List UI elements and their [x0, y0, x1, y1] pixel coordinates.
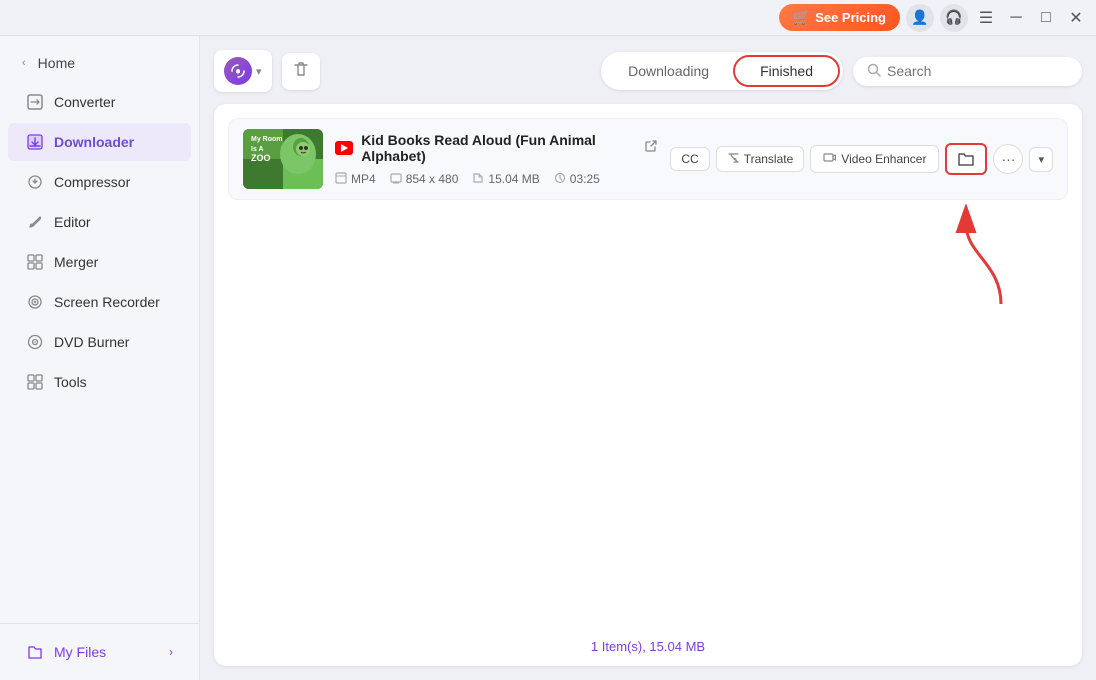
expand-icon: ▾: [1038, 154, 1044, 166]
editor-icon: [26, 213, 44, 231]
action-buttons: CC Translate: [670, 143, 1053, 175]
svg-text:ZOO: ZOO: [251, 153, 271, 163]
sidebar-bottom: My Files ›: [0, 623, 199, 672]
sidebar-item-editor[interactable]: Editor: [8, 203, 191, 241]
converter-icon: [26, 93, 44, 111]
merger-icon: [26, 253, 44, 271]
sidebar-item-home[interactable]: ‹ Home: [8, 45, 191, 81]
add-download-button[interactable]: + ▾: [214, 50, 272, 92]
tools-icon: [26, 373, 44, 391]
more-options-icon: ···: [1001, 151, 1015, 167]
headset-icon[interactable]: 🎧: [940, 4, 968, 32]
video-title-row: Kid Books Read Aloud (Fun Animal Alphabe…: [335, 132, 658, 164]
expand-button[interactable]: ▾: [1029, 147, 1053, 172]
maximize-button[interactable]: □: [1034, 6, 1058, 30]
sidebar-item-dvd-burner[interactable]: DVD Burner: [8, 323, 191, 361]
resolution-icon: [390, 172, 402, 187]
video-title: Kid Books Read Aloud (Fun Animal Alphabe…: [361, 132, 636, 164]
menu-button[interactable]: ☰: [974, 6, 998, 30]
chevron-left-icon: ‹: [22, 57, 26, 69]
duration-icon: [554, 172, 566, 187]
video-enhancer-icon: [823, 151, 836, 167]
add-dropdown-chevron-icon: ▾: [256, 65, 262, 78]
svg-text:Is A: Is A: [251, 146, 264, 153]
more-options-button[interactable]: ···: [993, 144, 1023, 174]
video-info: Kid Books Read Aloud (Fun Animal Alphabe…: [335, 132, 658, 187]
svg-text:My Room: My Room: [251, 136, 283, 143]
minimize-button[interactable]: ─: [1004, 6, 1028, 30]
external-link-icon[interactable]: [644, 139, 658, 156]
video-thumbnail: My Room Is A ZOO: [243, 129, 323, 189]
main-content: + ▾ Downloading Finished: [200, 36, 1096, 680]
size-icon: [472, 172, 484, 187]
search-box: [853, 57, 1082, 86]
tab-finished[interactable]: Finished: [736, 58, 837, 84]
user-icon[interactable]: 👤: [906, 4, 934, 32]
meta-resolution: 854 x 480: [390, 172, 459, 187]
youtube-icon: [335, 141, 353, 155]
sidebar-item-my-files[interactable]: My Files ›: [8, 633, 191, 671]
search-input[interactable]: [887, 63, 1068, 79]
svg-text:+: +: [236, 68, 241, 77]
sidebar: ‹ Home Converter Downloader: [0, 36, 200, 680]
app-body: ‹ Home Converter Downloader: [0, 36, 1096, 680]
meta-format: MP4: [335, 172, 376, 187]
video-meta-row: MP4 854 x 480: [335, 172, 658, 187]
thumbnail-image: My Room Is A ZOO: [243, 129, 323, 189]
tab-downloading[interactable]: Downloading: [604, 55, 733, 87]
dvd-burner-icon: [26, 333, 44, 351]
status-bar: 1 Item(s), 15.04 MB: [214, 633, 1082, 656]
translate-button[interactable]: Translate: [716, 146, 805, 172]
screen-recorder-icon: [26, 293, 44, 311]
my-files-icon: [26, 643, 44, 661]
my-files-chevron-icon: ›: [169, 645, 173, 659]
cc-button[interactable]: CC: [670, 147, 709, 171]
format-icon: [335, 172, 347, 187]
sidebar-item-screen-recorder[interactable]: Screen Recorder: [8, 283, 191, 321]
open-folder-button[interactable]: [945, 143, 987, 175]
sidebar-item-downloader[interactable]: Downloader: [8, 123, 191, 161]
video-item: My Room Is A ZOO: [228, 118, 1068, 200]
meta-size: 15.04 MB: [472, 172, 539, 187]
tab-group: Downloading Finished: [601, 52, 843, 90]
top-bar: + ▾ Downloading Finished: [214, 50, 1082, 92]
meta-duration: 03:25: [554, 172, 600, 187]
translate-icon: [727, 151, 740, 167]
video-enhancer-button[interactable]: Video Enhancer: [810, 145, 939, 173]
add-icon: +: [224, 57, 252, 85]
sidebar-item-compressor[interactable]: Compressor: [8, 163, 191, 201]
close-button[interactable]: ✕: [1064, 6, 1088, 30]
cart-icon: 🛒: [793, 9, 810, 26]
compressor-icon: [26, 173, 44, 191]
downloader-icon: [26, 133, 44, 151]
sidebar-item-tools[interactable]: Tools: [8, 363, 191, 401]
red-arrow-annotation: [946, 204, 1026, 314]
sidebar-item-converter[interactable]: Converter: [8, 83, 191, 121]
delete-button[interactable]: [282, 53, 320, 90]
see-pricing-button[interactable]: 🛒 See Pricing: [779, 4, 900, 31]
sidebar-item-merger[interactable]: Merger: [8, 243, 191, 281]
finished-tab-wrapper: Finished: [733, 55, 840, 87]
search-icon: [867, 63, 881, 80]
titlebar: 🛒 See Pricing 👤 🎧 ☰ ─ □ ✕: [0, 0, 1096, 36]
content-panel: My Room Is A ZOO: [214, 104, 1082, 666]
